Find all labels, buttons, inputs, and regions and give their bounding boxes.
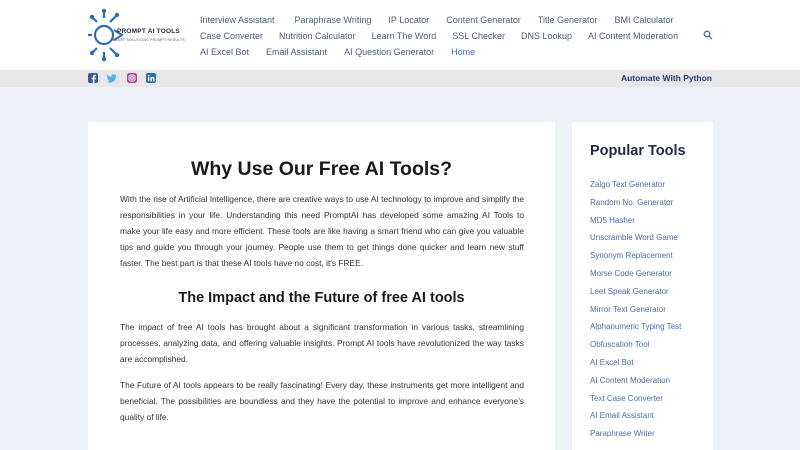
sidebar-item-leet-speak-generator[interactable]: Leet Speak Generator <box>590 287 710 305</box>
nav-ai-content-moderation[interactable]: AI Content Moderation <box>588 31 678 41</box>
sidebar-item-morse-code-generator[interactable]: Morse Code Generator <box>590 269 710 287</box>
sidebar-item-ai-content-moderation[interactable]: AI Content Moderation <box>590 376 710 394</box>
popular-tools-list: Zalgo Text Generator Random No. Generato… <box>590 180 710 447</box>
intro-paragraph: With the rise of Artificial Intelligence… <box>120 194 524 268</box>
nav-content-generator[interactable]: Content Generator <box>446 15 521 25</box>
nav-ai-question-generator[interactable]: AI Question Generator <box>344 47 434 57</box>
logo-text: PROMPT AI TOOLS <box>117 28 180 35</box>
nav-home[interactable]: Home <box>451 47 475 57</box>
nav-title-generator[interactable]: Title Generator <box>538 15 598 25</box>
sidebar-item-ai-excel-bot[interactable]: AI Excel Bot <box>590 358 710 376</box>
impact-heading: The Impact and the Future of free AI too… <box>178 290 465 306</box>
main-navigation: Interview Assistant Paraphrase Writing I… <box>200 12 740 60</box>
social-bar: Automate With Python <box>0 70 800 87</box>
nav-nutrition-calculator[interactable]: Nutrition Calculator <box>279 31 356 41</box>
logo-icon[interactable] <box>88 8 188 62</box>
sidebar-item-zalgo-text-generator[interactable]: Zalgo Text Generator <box>590 180 710 198</box>
twitter-icon[interactable] <box>107 73 117 83</box>
impact-paragraph: The impact of free AI tools has brought … <box>120 322 524 364</box>
sidebar-title: Popular Tools <box>590 143 686 159</box>
sidebar-item-text-case-converter[interactable]: Text Case Converter <box>590 394 710 412</box>
sidebar-item-alphanumeric-typing-test[interactable]: Alphanumeric Typing Test <box>590 322 710 340</box>
sidebar-item-md5-hasher[interactable]: MD5 Hasher <box>590 216 710 234</box>
automate-with-python-link[interactable]: Automate With Python <box>621 73 712 83</box>
sidebar-item-unscramble-word-game[interactable]: Unscramble Word Game <box>590 233 710 251</box>
nav-learn-the-word[interactable]: Learn The Word <box>372 31 437 41</box>
sidebar-item-mirror-text-generator[interactable]: Mirror Text Generator <box>590 305 710 323</box>
nav-interview-assistant[interactable]: Interview Assistant <box>200 15 275 25</box>
facebook-icon[interactable] <box>88 73 98 83</box>
nav-ssl-checker[interactable]: SSL Checker <box>452 31 505 41</box>
nav-row: Interview Assistant Paraphrase Writing I… <box>200 12 740 28</box>
nav-bmi-calculator[interactable]: BMI Calculator <box>615 15 674 25</box>
nav-case-converter[interactable]: Case Converter <box>200 31 263 41</box>
sidebar-item-ai-email-assistant[interactable]: AI Email Assistant <box>590 411 710 429</box>
sidebar-item-synonym-replacement[interactable]: Synonym Replacement <box>590 251 710 269</box>
nav-email-assistant[interactable]: Email Assistant <box>266 47 327 57</box>
article-card: Why Use Our Free AI Tools? With the rise… <box>88 122 555 450</box>
logo-tagline: SMART SOLUTIONS PROMPT RESULTS <box>112 38 185 42</box>
site-header: PROMPT AI TOOLS SMART SOLUTIONS PROMPT R… <box>0 0 800 70</box>
article-title: Why Use Our Free AI Tools? <box>190 158 453 180</box>
popular-tools-sidebar: Popular Tools Zalgo Text Generator Rando… <box>572 122 713 450</box>
nav-row: Case Converter Nutrition Calculator Lear… <box>200 28 740 44</box>
nav-ai-excel-bot[interactable]: AI Excel Bot <box>200 47 249 57</box>
sidebar-item-paraphrase-writer[interactable]: Paraphrase Writer <box>590 429 710 447</box>
instagram-icon[interactable] <box>127 73 137 83</box>
nav-paraphrase-writing[interactable]: Paraphrase Writing <box>295 15 372 25</box>
search-icon[interactable] <box>703 30 713 40</box>
sidebar-item-random-no-generator[interactable]: Random No. Generator <box>590 198 710 216</box>
nav-dns-lookup[interactable]: DNS Lookup <box>521 31 572 41</box>
linkedin-icon[interactable] <box>146 73 156 83</box>
sidebar-item-obfuscation-tool[interactable]: Obfuscation Tool <box>590 340 710 358</box>
nav-row: AI Excel Bot Email Assistant AI Question… <box>200 44 740 60</box>
future-paragraph: The Future of AI tools appears to be rea… <box>120 380 524 422</box>
nav-ip-locator[interactable]: IP Locator <box>388 15 429 25</box>
